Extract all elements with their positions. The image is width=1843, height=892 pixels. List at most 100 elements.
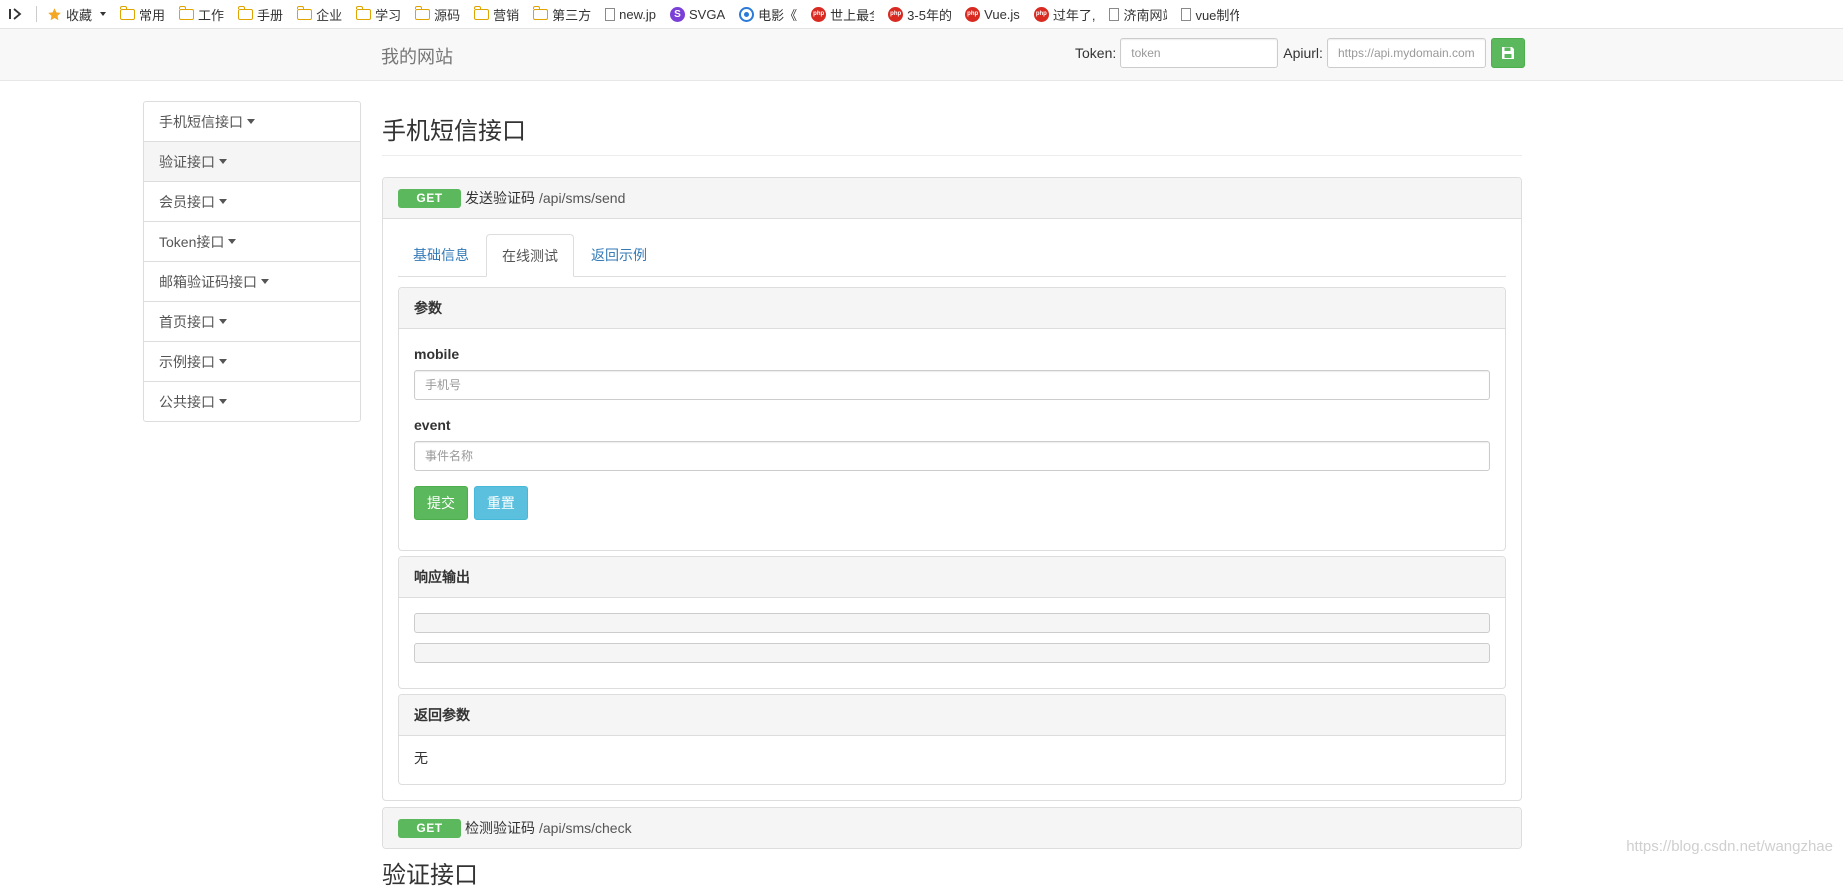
sidebar-toggle-icon[interactable]: [8, 7, 24, 21]
response-heading: 响应输出: [399, 557, 1505, 598]
bookmark-folder[interactable]: 源码: [415, 5, 460, 24]
tab-online-test[interactable]: 在线测试: [486, 234, 574, 277]
api-panel-check: GET 检测验证码 /api/sms/check: [382, 807, 1522, 849]
folder-icon: [533, 5, 549, 20]
return-params-heading: 返回参数: [399, 695, 1505, 736]
bookmark-link[interactable]: vue制作: [1181, 5, 1239, 24]
watermark: https://blog.csdn.net/wangzhae: [1626, 838, 1833, 855]
bookmark-link[interactable]: S SVGA: [670, 6, 725, 22]
save-button[interactable]: [1490, 38, 1525, 68]
chevron-down-icon[interactable]: [100, 12, 107, 16]
api-body: 基础信息 在线测试 返回示例 参数 mobile event 提交: [383, 219, 1521, 800]
response-headers-output: [414, 613, 1490, 633]
bookmark-link[interactable]: php世上最全: [811, 5, 874, 24]
tab-return-example[interactable]: 返回示例: [576, 234, 662, 276]
sidebar-item-member[interactable]: 会员接口: [143, 181, 361, 222]
apiurl-label: Apiurl:: [1283, 45, 1323, 61]
api-sidebar: 手机短信接口 验证接口 会员接口 Token接口 邮箱验证码接口 首页接口 示例…: [143, 101, 361, 422]
return-params-panel: 返回参数 无: [398, 694, 1506, 785]
bookmark-folder[interactable]: 学习: [356, 5, 401, 24]
folder-icon: [179, 5, 195, 20]
bookmark-link[interactable]: php Vue.js: [965, 6, 1020, 22]
eye-icon: [739, 6, 755, 22]
php-icon: php: [888, 6, 904, 22]
bookmark-link[interactable]: php 过年了,: [1033, 5, 1095, 24]
bookmark-link[interactable]: php 3-5年的: [888, 5, 951, 24]
apiurl-input[interactable]: [1326, 38, 1486, 68]
return-params-value: 无: [414, 750, 428, 766]
bookmark-folder[interactable]: 营销: [474, 5, 519, 24]
api-header[interactable]: GET 检测验证码 /api/sms/check: [383, 808, 1521, 848]
mobile-label: mobile: [414, 346, 460, 362]
caret-down-icon: [219, 199, 227, 204]
api-name: 检测验证码: [465, 820, 535, 836]
caret-down-icon: [219, 319, 227, 324]
caret-down-icon: [219, 399, 227, 404]
bookmark-folder[interactable]: 第三方: [533, 5, 591, 24]
api-tabs: 基础信息 在线测试 返回示例: [398, 234, 1506, 277]
method-badge: GET: [398, 818, 461, 838]
caret-down-icon: [261, 279, 269, 284]
folder-icon: [415, 5, 431, 20]
php-icon: php: [1033, 6, 1049, 22]
sidebar-item-token[interactable]: Token接口: [143, 221, 361, 262]
bookmark-favorites[interactable]: 收藏: [47, 5, 107, 24]
site-brand[interactable]: 我的网站: [381, 43, 453, 69]
sidebar-item-demo[interactable]: 示例接口: [143, 341, 361, 382]
caret-down-icon: [219, 159, 227, 164]
folder-icon: [474, 5, 490, 20]
folder-icon: [238, 5, 254, 20]
api-header[interactable]: GET 发送验证码 /api/sms/send: [383, 178, 1521, 219]
sidebar-item-validate[interactable]: 验证接口: [143, 141, 361, 182]
params-panel: 参数 mobile event 提交 重置: [398, 287, 1506, 551]
token-label: Token:: [1075, 45, 1117, 61]
sidebar-item-common[interactable]: 公共接口: [143, 381, 361, 422]
api-panel-send: GET 发送验证码 /api/sms/send 基础信息 在线测试 返回示例 参…: [382, 177, 1522, 801]
page-icon: [605, 7, 616, 21]
caret-down-icon: [247, 119, 255, 124]
reset-button[interactable]: 重置: [473, 486, 528, 520]
response-body-output: [414, 643, 1490, 663]
star-icon: [47, 7, 62, 22]
api-name: 发送验证码: [465, 190, 535, 206]
php-icon: php: [965, 6, 981, 22]
divider: [36, 6, 37, 22]
sidebar-item-email[interactable]: 邮箱验证码接口: [143, 261, 361, 302]
response-panel: 响应输出: [398, 556, 1506, 689]
folder-icon: [120, 5, 136, 20]
api-path: /api/sms/check: [539, 820, 632, 836]
bookmark-folder[interactable]: 常用: [120, 5, 165, 24]
page-icon: [1109, 7, 1120, 21]
bookmark-link[interactable]: 济南网站: [1109, 5, 1167, 24]
top-navbar: 我的网站 Token: Apiurl:: [0, 29, 1843, 81]
php-icon: php: [811, 6, 827, 22]
svga-icon: S: [670, 6, 686, 22]
tab-basic-info[interactable]: 基础信息: [398, 234, 484, 276]
bookmark-folder[interactable]: 企业: [297, 5, 342, 24]
save-icon: [1501, 47, 1514, 59]
bookmark-folder[interactable]: 工作: [179, 5, 224, 24]
folder-icon: [297, 5, 313, 20]
sidebar-item-sms[interactable]: 手机短信接口: [143, 101, 361, 142]
event-input[interactable]: [414, 441, 1490, 471]
event-label: event: [414, 417, 451, 433]
params-heading: 参数: [399, 288, 1505, 329]
sidebar-item-home[interactable]: 首页接口: [143, 301, 361, 342]
page-title: 手机短信接口: [382, 116, 1522, 156]
bookmark-folder[interactable]: 手册: [238, 5, 283, 24]
bookmark-link[interactable]: 电影《: [739, 5, 797, 24]
page-icon: [1181, 7, 1192, 21]
caret-down-icon: [228, 239, 237, 244]
folder-icon: [356, 5, 372, 20]
bookmarks-bar: 收藏 常用 工作 手册 企业 学习 源码 营销 第三方 new.jp S SVGA…: [0, 0, 1843, 29]
api-path: /api/sms/send: [539, 190, 626, 206]
caret-down-icon: [219, 359, 227, 364]
bookmark-link[interactable]: new.jp: [605, 7, 656, 22]
mobile-input[interactable]: [414, 370, 1490, 400]
method-badge: GET: [398, 188, 461, 208]
submit-button[interactable]: 提交: [414, 486, 468, 520]
api-config-form: Token: Apiurl:: [1075, 38, 1525, 68]
token-input[interactable]: [1120, 38, 1279, 68]
main-content: 手机短信接口 GET 发送验证码 /api/sms/send 基础信息 在线测试…: [382, 101, 1522, 849]
section-title: 验证接口: [382, 862, 478, 889]
